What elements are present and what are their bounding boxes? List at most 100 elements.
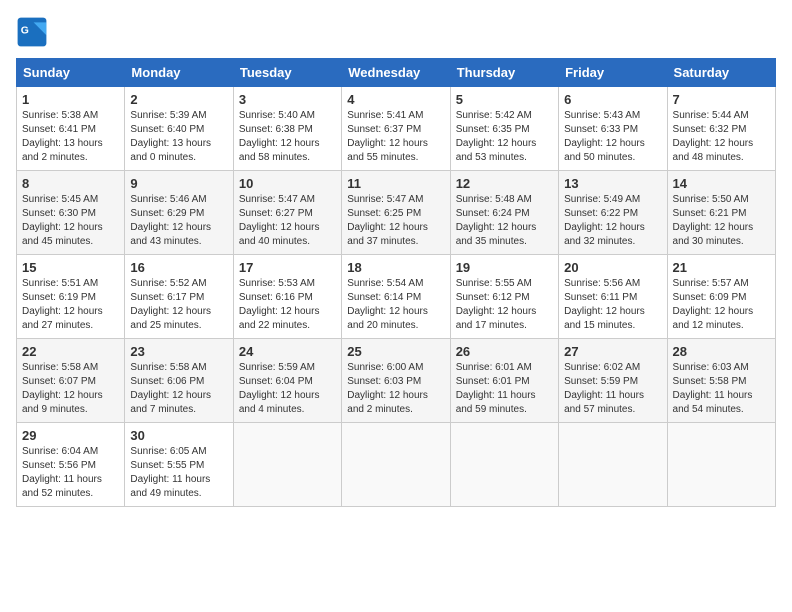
calendar-cell: 30 Sunrise: 6:05 AM Sunset: 5:55 PM Dayli…: [125, 423, 233, 507]
weekday-header-tuesday: Tuesday: [233, 59, 341, 87]
calendar-cell: 2 Sunrise: 5:39 AM Sunset: 6:40 PM Daylig…: [125, 87, 233, 171]
calendar-cell: 4 Sunrise: 5:41 AM Sunset: 6:37 PM Daylig…: [342, 87, 450, 171]
calendar-cell: [559, 423, 667, 507]
calendar-cell: 5 Sunrise: 5:42 AM Sunset: 6:35 PM Daylig…: [450, 87, 558, 171]
day-number: 30: [130, 428, 227, 443]
calendar-week-4: 22 Sunrise: 5:58 AM Sunset: 6:07 PM Dayli…: [17, 339, 776, 423]
calendar-cell: 27 Sunrise: 6:02 AM Sunset: 5:59 PM Dayli…: [559, 339, 667, 423]
day-info: Sunrise: 5:43 AM Sunset: 6:33 PM Dayligh…: [564, 109, 661, 165]
logo: G: [16, 16, 52, 48]
day-number: 26: [456, 344, 553, 359]
calendar-cell: 29 Sunrise: 6:04 AM Sunset: 5:56 PM Dayli…: [17, 423, 125, 507]
calendar-table: SundayMondayTuesdayWednesdayThursdayFrid…: [16, 58, 776, 507]
day-info: Sunrise: 5:41 AM Sunset: 6:37 PM Dayligh…: [347, 109, 444, 165]
calendar-cell: 19Sunrise: 5:55 AM Sunset: 6:12 PM Dayli…: [450, 255, 558, 339]
day-info: Sunrise: 5:55 AM Sunset: 6:12 PM Dayligh…: [456, 277, 553, 333]
day-number: 29: [22, 428, 119, 443]
day-info: Sunrise: 5:44 AM Sunset: 6:32 PM Dayligh…: [673, 109, 770, 165]
weekday-header-saturday: Saturday: [667, 59, 775, 87]
day-number: 8: [22, 176, 119, 191]
day-info: Sunrise: 5:53 AM Sunset: 6:16 PM Dayligh…: [239, 277, 336, 333]
day-info: Sunrise: 6:05 AM Sunset: 5:55 PM Dayligh…: [130, 445, 227, 501]
calendar-cell: 17 Sunrise: 5:53 AM Sunset: 6:16 PM Dayli…: [233, 255, 341, 339]
day-info: Sunrise: 6:01 AM Sunset: 6:01 PM Dayligh…: [456, 361, 553, 417]
day-number: 1: [22, 92, 119, 107]
calendar-cell: 13Sunrise: 5:49 AM Sunset: 6:22 PM Dayli…: [559, 171, 667, 255]
day-number: 5: [456, 92, 553, 107]
calendar-cell: [450, 423, 558, 507]
weekday-header-wednesday: Wednesday: [342, 59, 450, 87]
day-number: 14: [673, 176, 770, 191]
day-info: Sunrise: 5:47 AM Sunset: 6:25 PM Dayligh…: [347, 193, 444, 249]
day-info: Sunrise: 6:02 AM Sunset: 5:59 PM Dayligh…: [564, 361, 661, 417]
logo-icon: G: [16, 16, 48, 48]
calendar-week-3: 15Sunrise: 5:51 AM Sunset: 6:19 PM Dayli…: [17, 255, 776, 339]
day-number: 9: [130, 176, 227, 191]
day-info: Sunrise: 5:40 AM Sunset: 6:38 PM Dayligh…: [239, 109, 336, 165]
calendar-cell: 1 Sunrise: 5:38 AM Sunset: 6:41 PM Daylig…: [17, 87, 125, 171]
calendar-cell: 8Sunrise: 5:45 AM Sunset: 6:30 PM Daylig…: [17, 171, 125, 255]
calendar-cell: 7 Sunrise: 5:44 AM Sunset: 6:32 PM Daylig…: [667, 87, 775, 171]
day-number: 10: [239, 176, 336, 191]
day-info: Sunrise: 5:46 AM Sunset: 6:29 PM Dayligh…: [130, 193, 227, 249]
day-info: Sunrise: 5:52 AM Sunset: 6:17 PM Dayligh…: [130, 277, 227, 333]
day-number: 28: [673, 344, 770, 359]
calendar-week-1: 1 Sunrise: 5:38 AM Sunset: 6:41 PM Daylig…: [17, 87, 776, 171]
calendar-cell: 9 Sunrise: 5:46 AM Sunset: 6:29 PM Daylig…: [125, 171, 233, 255]
day-number: 27: [564, 344, 661, 359]
weekday-header-sunday: Sunday: [17, 59, 125, 87]
day-info: Sunrise: 5:39 AM Sunset: 6:40 PM Dayligh…: [130, 109, 227, 165]
day-info: Sunrise: 6:03 AM Sunset: 5:58 PM Dayligh…: [673, 361, 770, 417]
day-number: 25: [347, 344, 444, 359]
day-info: Sunrise: 5:38 AM Sunset: 6:41 PM Dayligh…: [22, 109, 119, 165]
calendar-cell: [667, 423, 775, 507]
day-number: 23: [130, 344, 227, 359]
day-info: Sunrise: 6:00 AM Sunset: 6:03 PM Dayligh…: [347, 361, 444, 417]
day-info: Sunrise: 5:59 AM Sunset: 6:04 PM Dayligh…: [239, 361, 336, 417]
calendar-cell: [342, 423, 450, 507]
calendar-cell: 26 Sunrise: 6:01 AM Sunset: 6:01 PM Dayli…: [450, 339, 558, 423]
day-info: Sunrise: 5:58 AM Sunset: 6:07 PM Dayligh…: [22, 361, 119, 417]
page-header: G: [16, 16, 776, 48]
svg-text:G: G: [21, 26, 29, 37]
day-number: 4: [347, 92, 444, 107]
day-number: 20: [564, 260, 661, 275]
calendar-cell: 12Sunrise: 5:48 AM Sunset: 6:24 PM Dayli…: [450, 171, 558, 255]
day-number: 3: [239, 92, 336, 107]
calendar-cell: 14 Sunrise: 5:50 AM Sunset: 6:21 PM Dayli…: [667, 171, 775, 255]
day-info: Sunrise: 5:48 AM Sunset: 6:24 PM Dayligh…: [456, 193, 553, 249]
day-number: 11: [347, 176, 444, 191]
calendar-cell: [233, 423, 341, 507]
calendar-cell: 10Sunrise: 5:47 AM Sunset: 6:27 PM Dayli…: [233, 171, 341, 255]
weekday-header-thursday: Thursday: [450, 59, 558, 87]
day-number: 18: [347, 260, 444, 275]
day-info: Sunrise: 5:57 AM Sunset: 6:09 PM Dayligh…: [673, 277, 770, 333]
day-info: Sunrise: 6:04 AM Sunset: 5:56 PM Dayligh…: [22, 445, 119, 501]
calendar-cell: 20Sunrise: 5:56 AM Sunset: 6:11 PM Dayli…: [559, 255, 667, 339]
calendar-week-2: 8Sunrise: 5:45 AM Sunset: 6:30 PM Daylig…: [17, 171, 776, 255]
weekday-header-row: SundayMondayTuesdayWednesdayThursdayFrid…: [17, 59, 776, 87]
day-info: Sunrise: 5:54 AM Sunset: 6:14 PM Dayligh…: [347, 277, 444, 333]
day-number: 22: [22, 344, 119, 359]
day-number: 17: [239, 260, 336, 275]
weekday-header-friday: Friday: [559, 59, 667, 87]
day-info: Sunrise: 5:50 AM Sunset: 6:21 PM Dayligh…: [673, 193, 770, 249]
calendar-cell: 16 Sunrise: 5:52 AM Sunset: 6:17 PM Dayli…: [125, 255, 233, 339]
calendar-cell: 24 Sunrise: 5:59 AM Sunset: 6:04 PM Dayli…: [233, 339, 341, 423]
day-number: 13: [564, 176, 661, 191]
day-info: Sunrise: 5:42 AM Sunset: 6:35 PM Dayligh…: [456, 109, 553, 165]
calendar-cell: 23Sunrise: 5:58 AM Sunset: 6:06 PM Dayli…: [125, 339, 233, 423]
calendar-cell: 11 Sunrise: 5:47 AM Sunset: 6:25 PM Dayli…: [342, 171, 450, 255]
weekday-header-monday: Monday: [125, 59, 233, 87]
day-number: 24: [239, 344, 336, 359]
calendar-cell: 21 Sunrise: 5:57 AM Sunset: 6:09 PM Dayli…: [667, 255, 775, 339]
calendar-cell: 3 Sunrise: 5:40 AM Sunset: 6:38 PM Daylig…: [233, 87, 341, 171]
calendar-cell: 28 Sunrise: 6:03 AM Sunset: 5:58 PM Dayli…: [667, 339, 775, 423]
calendar-cell: 18 Sunrise: 5:54 AM Sunset: 6:14 PM Dayli…: [342, 255, 450, 339]
day-number: 2: [130, 92, 227, 107]
day-number: 16: [130, 260, 227, 275]
calendar-cell: 25 Sunrise: 6:00 AM Sunset: 6:03 PM Dayli…: [342, 339, 450, 423]
day-number: 21: [673, 260, 770, 275]
day-number: 7: [673, 92, 770, 107]
calendar-cell: 22 Sunrise: 5:58 AM Sunset: 6:07 PM Dayli…: [17, 339, 125, 423]
